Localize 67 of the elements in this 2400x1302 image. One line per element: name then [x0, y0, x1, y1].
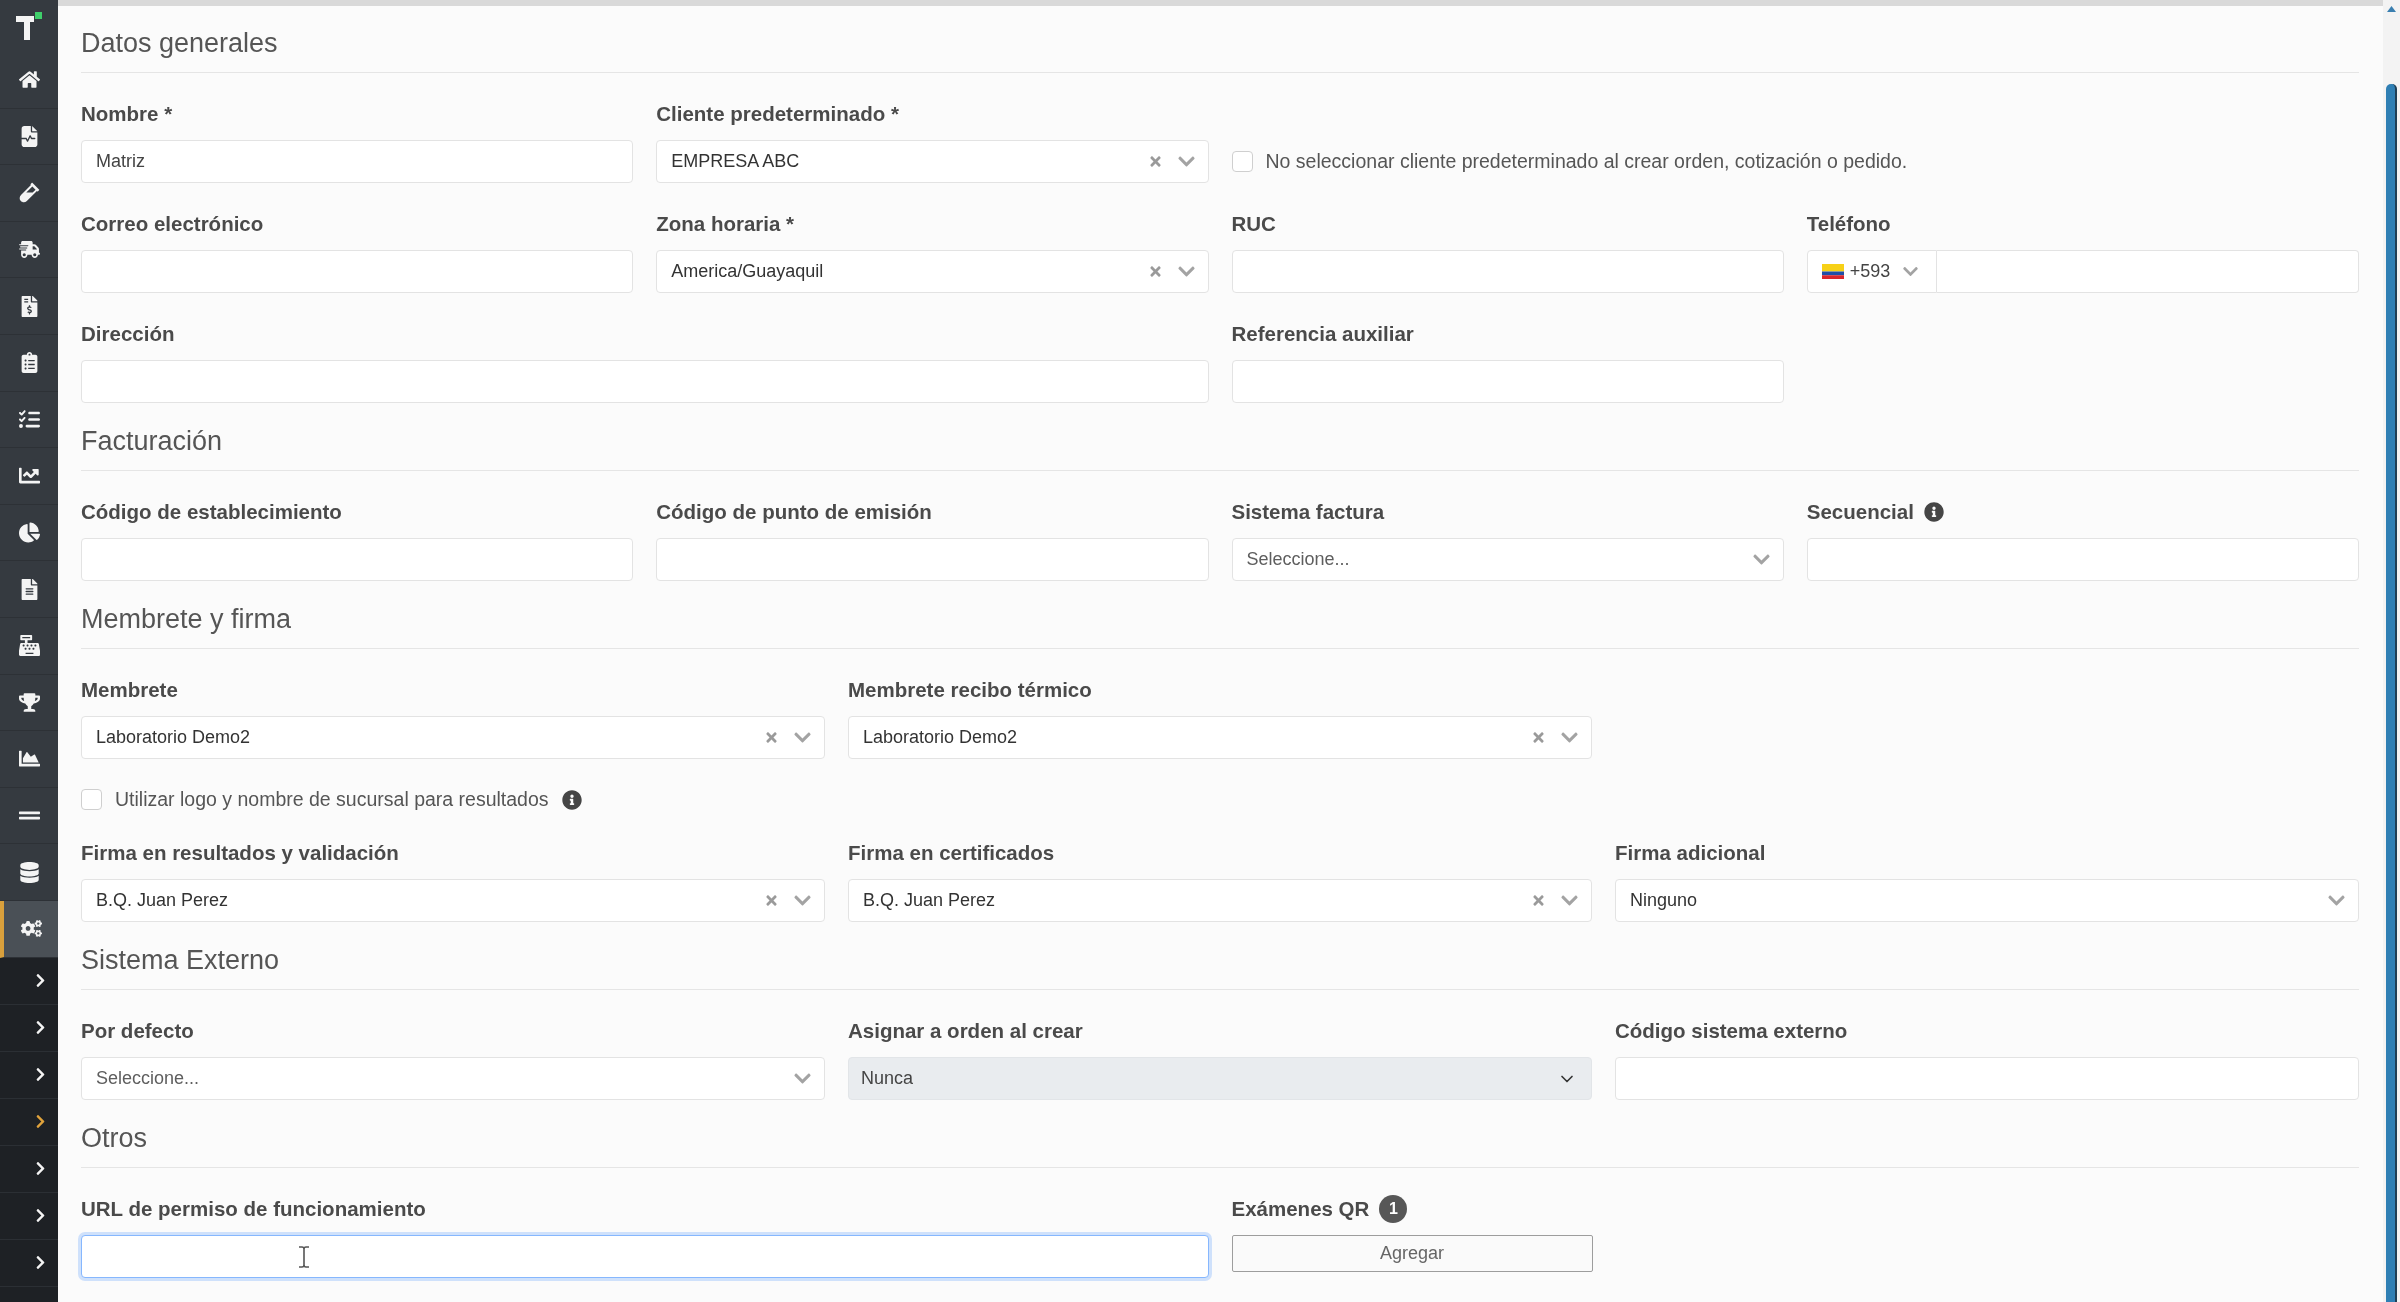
- field-label: Código sistema externo: [1615, 1018, 1848, 1043]
- select-field[interactable]: Laboratorio Demo2: [81, 716, 825, 759]
- select-field[interactable]: America/Guayaquil: [656, 250, 1209, 293]
- checkbox[interactable]: [81, 789, 102, 810]
- home-icon: [18, 69, 40, 91]
- count-badge: 1: [1379, 1194, 1408, 1223]
- select-field[interactable]: Laboratorio Demo2: [848, 716, 1592, 759]
- select-field[interactable]: Seleccione...: [1231, 538, 1784, 581]
- pie-chart-icon: [18, 522, 40, 544]
- field-label: Exámenes QR: [1231, 1196, 1370, 1221]
- scrollbar-thumb[interactable]: [2386, 84, 2397, 1302]
- field-label: Zona horaria *: [656, 211, 795, 236]
- scrollbar[interactable]: [2383, 0, 2400, 1302]
- field-label: Sistema factura: [1231, 499, 1385, 524]
- field-label: Cliente predeterminado *: [656, 101, 899, 126]
- field-label: RUC: [1231, 211, 1276, 236]
- gears-icon: [20, 918, 42, 940]
- field-label: Código de punto de emisión: [656, 499, 932, 524]
- section-title: Otros: [81, 1122, 147, 1154]
- checkbox-label: Utilizar logo y nombre de sucursal para resultados: [115, 786, 549, 812]
- select-field[interactable]: B.Q. Juan Perez: [848, 879, 1592, 922]
- section-title: Datos generales: [81, 27, 278, 59]
- scroll-up-arrow-icon[interactable]: [2387, 6, 2396, 12]
- trophy-icon: [18, 691, 40, 713]
- database-icon: [18, 861, 40, 883]
- phone-field[interactable]: [1936, 250, 2359, 293]
- clear-icon[interactable]: [764, 893, 779, 908]
- test-tube-icon: [18, 182, 40, 204]
- field-label: Firma en certificados: [848, 840, 1055, 865]
- add-button[interactable]: Agregar: [1231, 1235, 1593, 1272]
- field-label: Secuencial: [1806, 499, 1914, 524]
- country-code-select[interactable]: +593: [1806, 250, 1937, 293]
- field-label: Firma adicional: [1615, 840, 1766, 865]
- select-field[interactable]: Seleccione...: [81, 1057, 825, 1100]
- flag-icon: [1821, 264, 1844, 279]
- field-label: Por defecto: [81, 1018, 194, 1043]
- field-label: Membrete recibo térmico: [848, 677, 1092, 702]
- logo-icon[interactable]: [14, 11, 44, 41]
- select-field[interactable]: B.Q. Juan Perez: [81, 879, 825, 922]
- sidebar-item[interactable]: [0, 900, 58, 958]
- clear-icon[interactable]: [1531, 893, 1546, 908]
- field-label: Membrete: [81, 677, 178, 702]
- select-field[interactable]: Ninguno: [1615, 879, 2359, 922]
- checkbox-label: No seleccionar cliente predeterminado al crear orden, cotización o pedido.: [1265, 148, 1908, 174]
- field-label: Firma en resultados y validación: [81, 840, 399, 865]
- field-label: Correo electrónico: [81, 211, 264, 236]
- clear-icon[interactable]: [764, 730, 779, 745]
- cash-register-icon: [18, 635, 40, 657]
- text-field[interactable]: Matriz: [81, 140, 634, 183]
- field-label: Teléfono: [1806, 211, 1891, 236]
- section-title: Membrete y firma: [81, 603, 292, 635]
- field-label: Asignar a orden al crear: [848, 1018, 1083, 1043]
- field-label: Nombre *: [81, 101, 173, 126]
- section-title: Sistema Externo: [81, 944, 280, 976]
- clear-icon[interactable]: [1531, 730, 1546, 745]
- field-label: Dirección: [81, 321, 175, 346]
- info-icon[interactable]: [561, 789, 582, 810]
- field-label: URL de permiso de funcionamiento: [81, 1196, 426, 1221]
- truck-icon: [18, 239, 40, 261]
- section-title: Facturación: [81, 425, 223, 457]
- select-field[interactable]: EMPRESA ABC: [656, 140, 1209, 183]
- field-label: Código de establecimiento: [81, 499, 342, 524]
- checklist-icon: [18, 408, 40, 430]
- checkbox[interactable]: [1231, 151, 1253, 172]
- info-icon[interactable]: [1923, 501, 1944, 522]
- field-label: Referencia auxiliar: [1231, 321, 1414, 346]
- text-field[interactable]: [81, 1235, 1209, 1278]
